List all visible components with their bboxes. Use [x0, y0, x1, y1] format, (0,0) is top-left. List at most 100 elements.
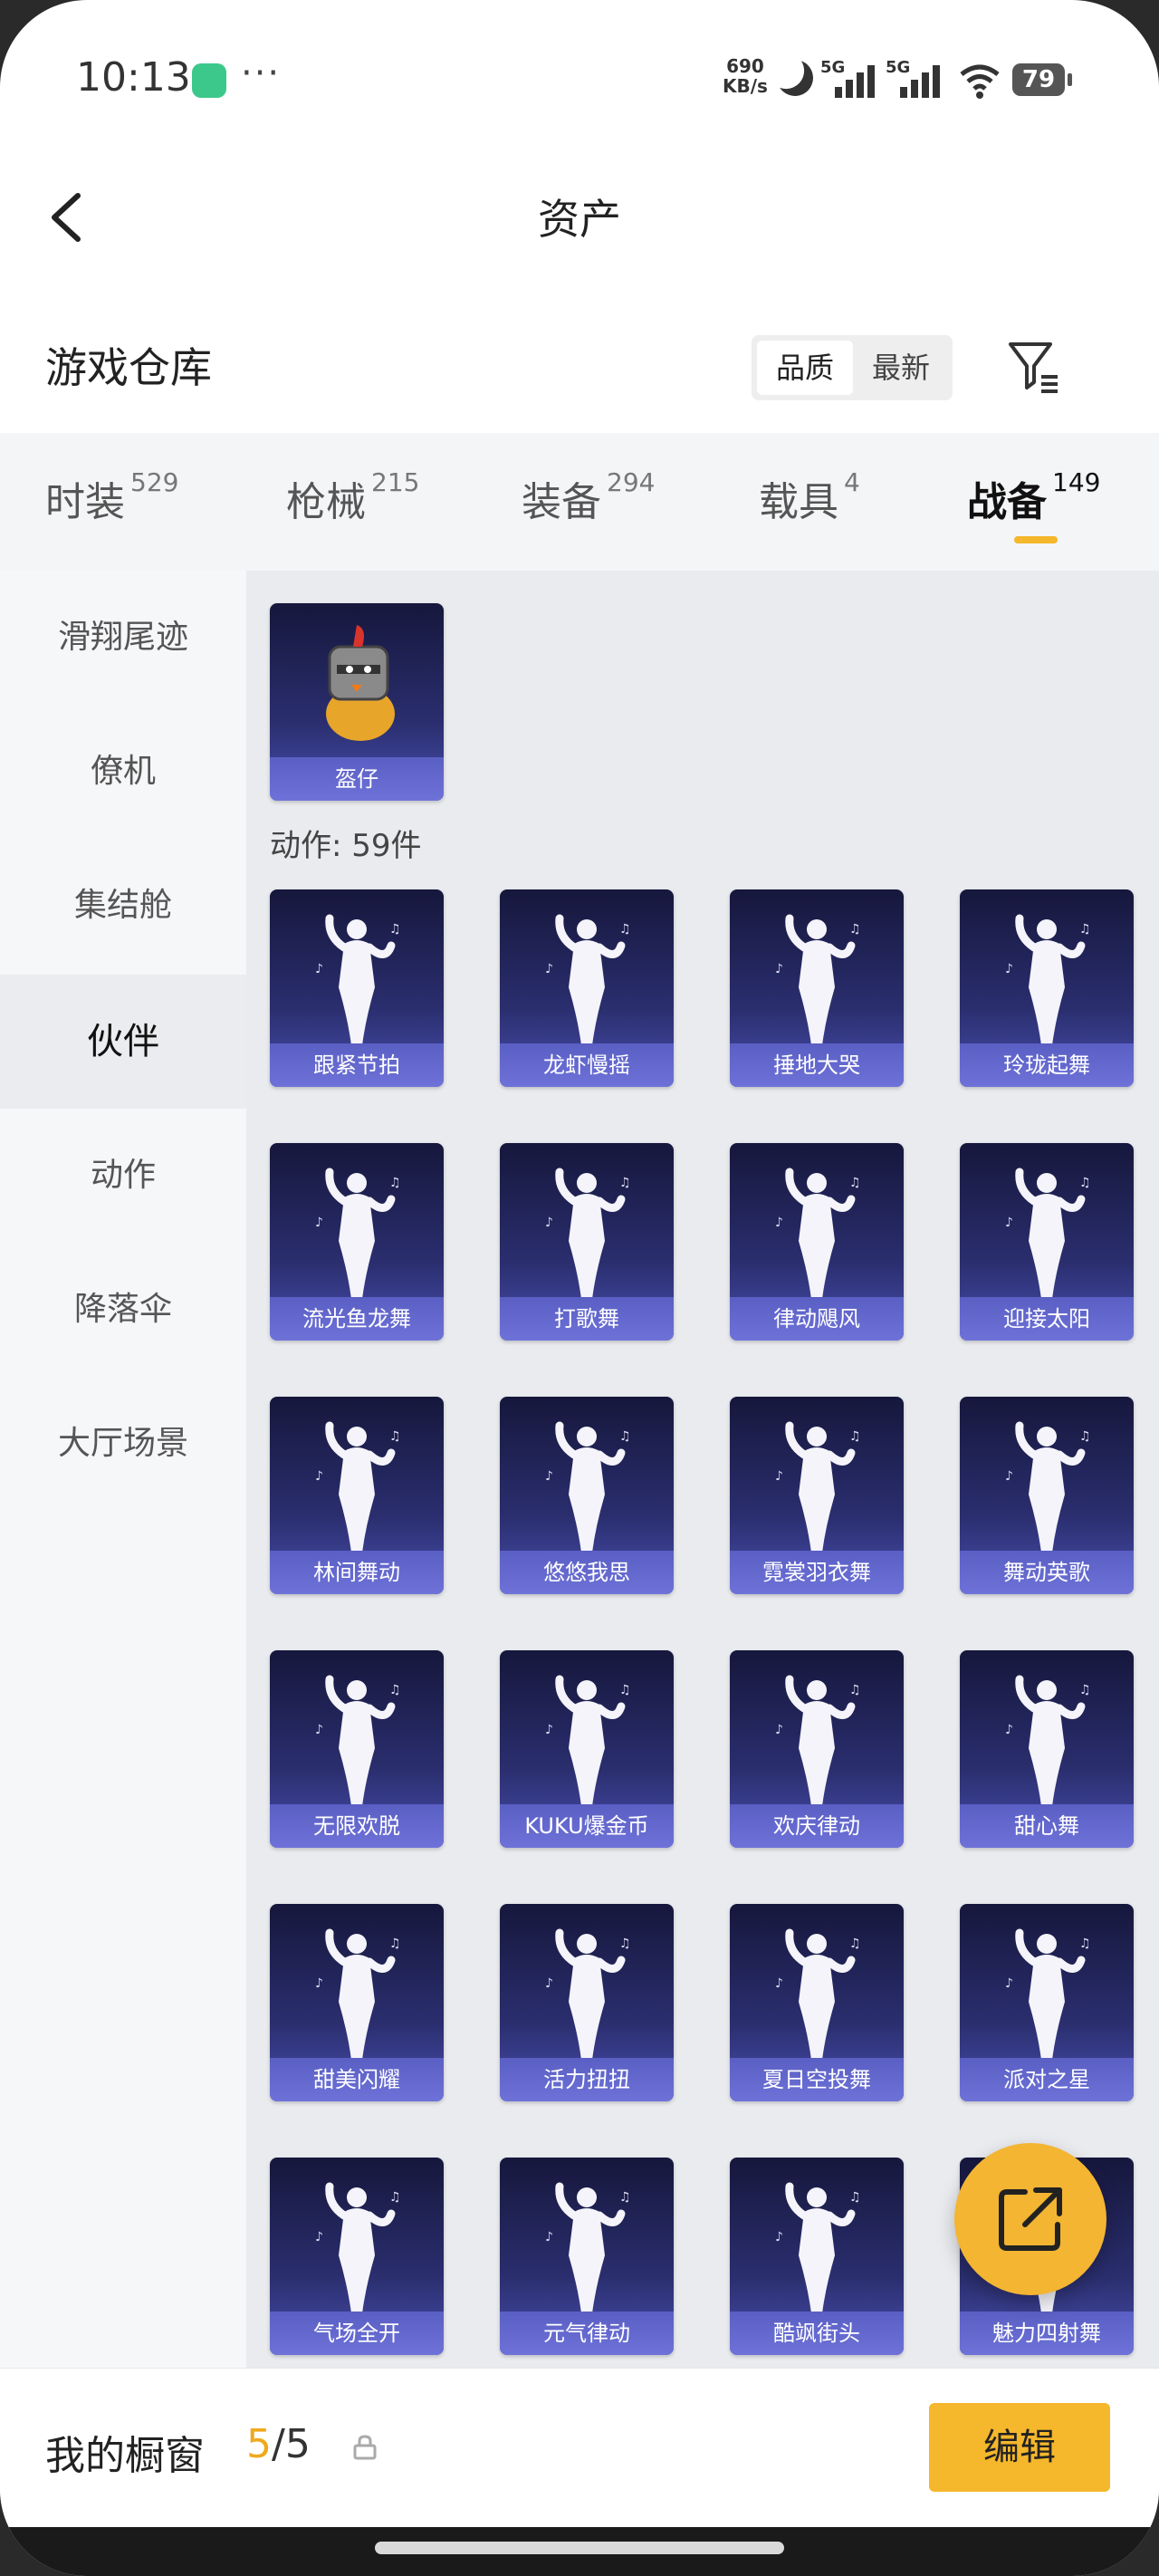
tab-guns[interactable]: 枪械 215	[286, 467, 419, 527]
sidebar-item-lobby-scene[interactable]: 大厅场景	[0, 1377, 246, 1511]
action-name: 无限欢脱	[270, 1804, 444, 1848]
action-name: 气场全开	[270, 2312, 444, 2355]
action-card[interactable]: ♪ ♫ 悠悠我思	[500, 1397, 674, 1594]
sidebar-item-wingman[interactable]: 僚机	[0, 705, 246, 839]
svg-text:♪: ♪	[545, 1216, 553, 1230]
svg-text:♫: ♫	[619, 1683, 631, 1697]
home-indicator[interactable]	[375, 2542, 784, 2554]
page-header: 资产	[0, 154, 1159, 281]
showcase-bar: 我的橱窗 5/5 编辑	[0, 2368, 1159, 2528]
action-card[interactable]: ♪ ♫ 霓裳羽衣舞	[730, 1397, 904, 1594]
action-card[interactable]: ♪ ♫ 派对之星	[960, 1904, 1134, 2101]
action-name: 魅力四射舞	[960, 2312, 1134, 2355]
svg-text:♪: ♪	[315, 2230, 323, 2244]
svg-text:♫: ♫	[619, 1429, 631, 1444]
action-card[interactable]: ♪ ♫ 活力扭扭	[500, 1904, 674, 2101]
page-title: 资产	[538, 195, 621, 244]
action-card[interactable]: ♪ ♫ 跟紧节拍	[270, 889, 444, 1087]
action-card[interactable]: ♪ ♫ 无限欢脱	[270, 1650, 444, 1848]
svg-text:♪: ♪	[1005, 1216, 1013, 1230]
action-card[interactable]: ♪ ♫ 舞动英歌	[960, 1397, 1134, 1594]
tab-vehicles[interactable]: 载具 4	[759, 467, 860, 527]
dancer-silhouette-icon: ♪♫	[775, 914, 861, 1045]
sort-quality-button[interactable]: 品质	[757, 341, 853, 395]
action-card[interactable]: ♪ ♫ 律动飓风	[730, 1143, 904, 1341]
action-card[interactable]: ♪ ♫ 甜美闪耀	[270, 1904, 444, 2101]
do-not-disturb-icon	[771, 54, 818, 101]
network-speed: 690 KB/s	[723, 56, 768, 96]
sort-newest-button[interactable]: 最新	[853, 341, 949, 395]
action-card[interactable]: ♪ ♫ 玲珑起舞	[960, 889, 1134, 1087]
dancer-silhouette-icon: ♪♫	[775, 2182, 861, 2313]
dancer-silhouette-icon: ♪♫	[315, 914, 401, 1045]
action-card[interactable]: ♪ ♫ 捶地大哭	[730, 889, 904, 1087]
svg-text:♫: ♫	[1079, 1937, 1091, 1951]
app-screen: 10:13 ··· 690 KB/s 5G 5G 79 资产 游戏仓库 品质 最…	[0, 0, 1159, 2576]
action-name: 夏日空投舞	[730, 2058, 904, 2101]
edit-button[interactable]: 编辑	[929, 2403, 1110, 2492]
svg-text:♫: ♫	[849, 1937, 861, 1951]
wifi-icon	[960, 64, 1000, 99]
sidebar-item-glide-trail[interactable]: 滑翔尾迹	[0, 571, 246, 705]
action-card[interactable]: ♪ ♫ 元气律动	[500, 2158, 674, 2355]
dancer-silhouette-icon: ♪♫	[545, 1928, 631, 2060]
tab-fashion[interactable]: 时装 529	[45, 467, 178, 527]
filter-icon[interactable]	[1005, 337, 1063, 395]
svg-text:♫: ♫	[849, 1429, 861, 1444]
svg-text:♫: ♫	[619, 1176, 631, 1190]
action-name: 悠悠我思	[500, 1551, 674, 1594]
more-notifications-icon: ···	[241, 53, 282, 94]
svg-text:♫: ♫	[849, 1683, 861, 1697]
actions-count-label: 动作: 59件	[270, 828, 422, 864]
action-name: 活力扭扭	[500, 2058, 674, 2101]
dancer-silhouette-icon: ♪♫	[775, 1675, 861, 1806]
signal-bars-1-icon	[835, 63, 880, 98]
action-card[interactable]: ♪ ♫ KUKU爆金币	[500, 1650, 674, 1848]
dancer-silhouette-icon: ♪♫	[315, 1675, 401, 1806]
svg-text:♫: ♫	[619, 1937, 631, 1951]
svg-text:♪: ♪	[545, 1976, 553, 1991]
sidebar-item-actions[interactable]: 动作	[0, 1109, 246, 1243]
dancer-silhouette-icon: ♪♫	[775, 1168, 861, 1299]
action-card[interactable]: ♪ ♫ 龙虾慢摇	[500, 889, 674, 1087]
share-fab[interactable]	[954, 2143, 1106, 2295]
dancer-silhouette-icon: ♪♫	[545, 1421, 631, 1552]
svg-text:♪: ♪	[315, 1216, 323, 1230]
sidebar-item-parachute[interactable]: 降落伞	[0, 1243, 246, 1377]
action-card[interactable]: ♪ ♫ 打歌舞	[500, 1143, 674, 1341]
partner-name: 盔仔	[270, 757, 444, 801]
action-card[interactable]: ♪ ♫ 夏日空投舞	[730, 1904, 904, 2101]
sidebar-item-assembly-pod[interactable]: 集结舱	[0, 839, 246, 973]
action-card[interactable]: ♪ ♫ 流光鱼龙舞	[270, 1143, 444, 1341]
svg-text:♫: ♫	[1079, 1683, 1091, 1697]
tab-readiness[interactable]: 战备 149	[967, 467, 1100, 527]
svg-text:♫: ♫	[619, 2190, 631, 2205]
dancer-silhouette-icon: ♪♫	[1005, 1675, 1091, 1806]
dancer-silhouette-icon: ♪♫	[545, 1168, 631, 1299]
dancer-silhouette-icon: ♪♫	[545, 2182, 631, 2313]
dancer-silhouette-icon: ♪♫	[545, 914, 631, 1045]
showcase-count: 5/5	[246, 2421, 311, 2467]
sidebar-item-partner[interactable]: 伙伴	[0, 975, 246, 1109]
action-card[interactable]: ♪ ♫ 酷飒街头	[730, 2158, 904, 2355]
svg-text:♫: ♫	[849, 2190, 861, 2205]
action-card[interactable]: ♪ ♫ 林间舞动	[270, 1397, 444, 1594]
category-tabs: 时装 529 枪械 215 装备 294 载具 4 战备 149	[0, 433, 1159, 571]
dancer-silhouette-icon: ♪♫	[1005, 1928, 1091, 2060]
dancer-silhouette-icon: ♪♫	[775, 1421, 861, 1552]
action-card[interactable]: ♪ ♫ 甜心舞	[960, 1650, 1134, 1848]
action-card[interactable]: ♪ ♫ 气场全开	[270, 2158, 444, 2355]
svg-text:♫: ♫	[389, 922, 401, 937]
wechat-notification-icon	[192, 63, 226, 98]
action-card[interactable]: ♪ ♫ 欢庆律动	[730, 1650, 904, 1848]
dancer-silhouette-icon: ♪♫	[1005, 1421, 1091, 1552]
svg-text:♪: ♪	[315, 1976, 323, 1991]
svg-text:♪: ♪	[315, 1469, 323, 1484]
svg-text:♫: ♫	[389, 1937, 401, 1951]
partner-card[interactable]: 盔仔	[270, 603, 444, 801]
tab-equipment[interactable]: 装备 294	[522, 467, 655, 527]
status-time: 10:13	[76, 54, 191, 101]
action-name: 舞动英歌	[960, 1551, 1134, 1594]
action-card[interactable]: ♪ ♫ 迎接太阳	[960, 1143, 1134, 1341]
sort-toggle: 品质 最新	[752, 335, 953, 400]
